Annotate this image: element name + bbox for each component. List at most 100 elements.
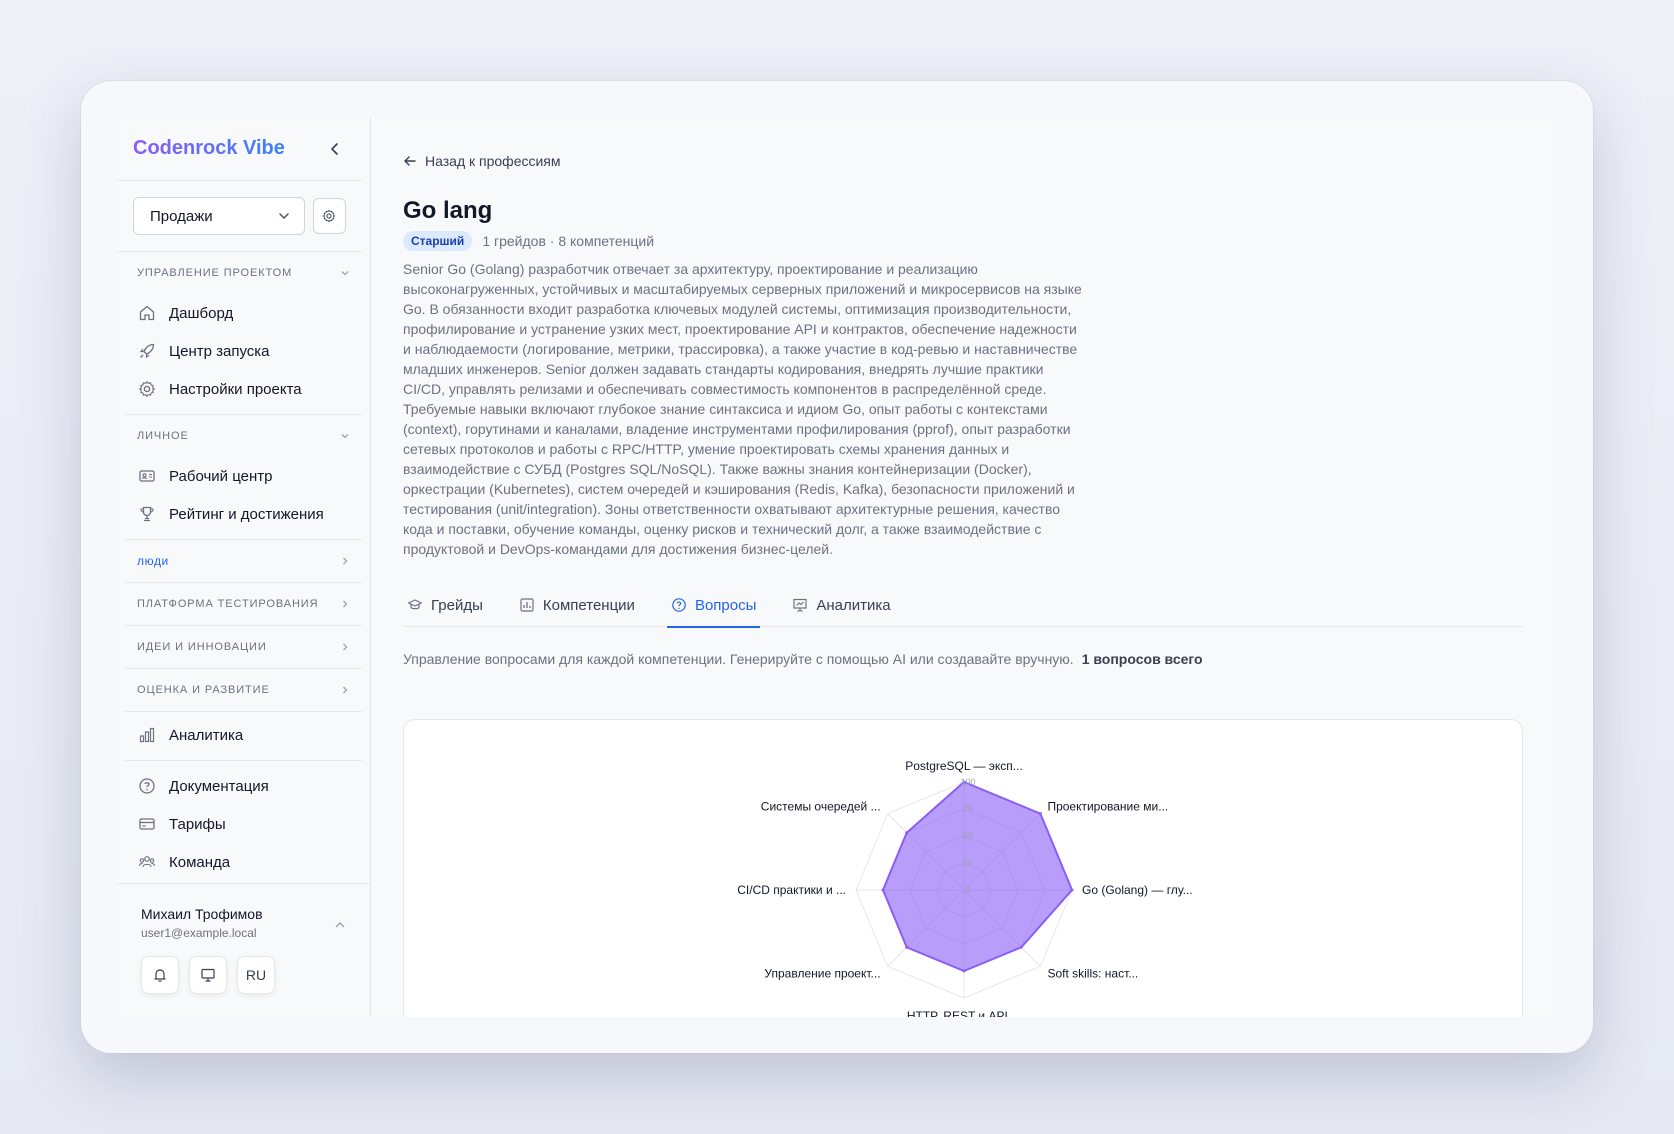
bottom-nav: Документация Тарифы Команда [125, 761, 362, 881]
meta-row: Старший 1 грейдов · 8 компетенций [403, 231, 1527, 251]
radar-data-point [881, 888, 885, 892]
chevron-down-icon [341, 271, 349, 276]
section-people[interactable]: ЛЮДИ [125, 540, 362, 583]
main-content: Назад к профессиям Go lang Старший 1 гре… [371, 117, 1557, 1017]
sidebar-item-pricing[interactable]: Тарифы [125, 805, 362, 843]
chevron-right-icon [343, 686, 348, 694]
section-header-ideas[interactable]: ИДЕИ И ИННОВАЦИИ [125, 626, 362, 668]
section-header-people[interactable]: ЛЮДИ [125, 540, 362, 582]
radar-data-point [962, 969, 966, 973]
section-testing-platform[interactable]: ПЛАТФОРМА ТЕСТИРОВАНИЯ [125, 583, 362, 626]
rocket-icon [137, 341, 157, 361]
tab-grades[interactable]: Грейды [403, 583, 487, 627]
sidebar-item-label: Документация [169, 777, 269, 795]
section-project-management: УПРАВЛЕНИЕ ПРОЕКТОМ Дашборд Центр запуск… [125, 252, 362, 415]
tab-label: Вопросы [694, 596, 757, 614]
trophy-icon [137, 504, 157, 524]
chevron-right-icon [343, 643, 348, 651]
chevron-right-icon [343, 600, 348, 608]
arrow-left-icon [404, 156, 416, 166]
radar-data-point [1038, 812, 1042, 816]
chevron-right-icon [343, 557, 348, 565]
sidebar: Codenrock Vibe Продажи УПРАВЛЕНИЕ ПРОЕКТ… [117, 117, 371, 1017]
section-title: ИДЕИ И ИННОВАЦИИ [137, 641, 267, 653]
radar-category-label: HTTP, REST и API ... [907, 1009, 1021, 1017]
section-title: УПРАВЛЕНИЕ ПРОЕКТОМ [137, 267, 293, 279]
sidebar-item-dashboard[interactable]: Дашборд [125, 294, 362, 332]
project-select[interactable]: Продажи [133, 197, 305, 235]
brand-logo[interactable]: Codenrock Vibe [133, 137, 285, 160]
radar-category-label: Системы очередей ... [761, 800, 881, 814]
user-email: user1@example.local [141, 926, 257, 940]
section-analytics: Аналитика [125, 712, 362, 761]
tab-competencies[interactable]: Компетенции [515, 583, 639, 627]
tab-bar: Грейды Компетенции Вопросы Аналитика [403, 583, 1523, 628]
project-settings-button[interactable] [312, 198, 346, 234]
user-menu-toggle[interactable] [334, 918, 346, 936]
profession-meta: 1 грейдов · 8 компетенций [482, 233, 655, 249]
section-ideas[interactable]: ИДЕИ И ИННОВАЦИИ [125, 626, 362, 669]
radar-data-point [905, 831, 909, 835]
brand-row: Codenrock Vibe [117, 117, 362, 181]
sidebar-item-analytics[interactable]: Аналитика [125, 716, 362, 754]
section-personal: ЛИЧНОЕ Рабочий центр Рейтинг и достижени… [125, 415, 362, 540]
profession-description: Senior Go (Golang) разработчик отвечает … [403, 261, 1082, 557]
credit-card-icon [137, 814, 157, 834]
radar-data-point [905, 945, 909, 949]
device-frame: Codenrock Vibe Продажи УПРАВЛЕНИЕ ПРОЕКТ… [81, 81, 1593, 1053]
chevron-left-icon [331, 142, 338, 155]
language-button[interactable]: RU [237, 956, 275, 994]
radar-tick-label: 50 [963, 831, 973, 841]
project-select-value: Продажи [150, 207, 213, 225]
sidebar-item-team[interactable]: Команда [125, 843, 362, 881]
section-header-testing-platform[interactable]: ПЛАТФОРМА ТЕСТИРОВАНИЯ [125, 583, 362, 625]
theme-button[interactable] [189, 956, 227, 994]
radar-chart-card: 0 25 50 75 100 PostgreSQL — эксп... Проектиров… [403, 719, 1523, 1017]
tab-questions[interactable]: Вопросы [666, 583, 761, 628]
sidebar-item-label: Настройки проекта [169, 380, 302, 398]
tab-label: Компетенции [542, 596, 635, 614]
section-header-project-management[interactable]: УПРАВЛЕНИЕ ПРОЕКТОМ [125, 252, 362, 294]
sidebar-item-workspace[interactable]: Рабочий центр [125, 457, 362, 495]
sidebar-item-project-settings[interactable]: Настройки проекта [125, 370, 362, 408]
section-assessment[interactable]: ОЦЕНКА И РАЗВИТИЕ [125, 669, 362, 712]
user-actions: RU [141, 956, 346, 994]
radar-category-label: Управление проект... [764, 966, 880, 980]
gear-icon [137, 379, 157, 399]
home-icon [137, 303, 157, 323]
sidebar-item-label: Аналитика [169, 726, 244, 744]
sidebar-item-label: Рабочий центр [169, 467, 273, 485]
sidebar-item-documentation[interactable]: Документация [125, 767, 362, 805]
question-circle-icon [671, 597, 687, 613]
radar-data-point [1019, 945, 1023, 949]
sidebar-item-label: Рейтинг и достижения [169, 505, 324, 523]
monitor-icon [201, 968, 215, 982]
tab-label: Грейды [431, 596, 483, 614]
chevron-up-icon [335, 922, 345, 928]
radar-tick-label: 75 [963, 804, 973, 814]
bell-icon [154, 969, 166, 982]
section-header-personal[interactable]: ЛИЧНОЕ [125, 415, 362, 457]
collapse-sidebar-button[interactable] [324, 138, 346, 160]
radar-tick-label: 25 [963, 858, 973, 868]
user-name[interactable]: Михаил Трофимов [141, 906, 346, 922]
sidebar-item-launch-center[interactable]: Центр запуска [125, 332, 362, 370]
tab-label: Аналитика [816, 596, 891, 614]
section-title: ЛИЧНОЕ [137, 430, 189, 442]
questions-total: 1 вопросов всего [1081, 651, 1203, 667]
section-title: ОЦЕНКА И РАЗВИТИЕ [137, 684, 270, 696]
chart-box-icon [519, 597, 535, 613]
section-header-assessment[interactable]: ОЦЕНКА И РАЗВИТИЕ [125, 669, 362, 711]
back-link-label: Назад к профессиям [425, 153, 561, 169]
user-block: Михаил Трофимов user1@example.local RU [117, 883, 370, 1017]
sidebar-item-label: Центр запуска [169, 342, 270, 360]
sidebar-item-rating[interactable]: Рейтинг и достижения [125, 495, 362, 533]
bar-chart-icon [137, 725, 157, 745]
radar-series-area [882, 781, 1073, 972]
notifications-button[interactable] [141, 956, 179, 994]
radar-category-label: CI/CD практики и ... [737, 883, 846, 897]
gear-icon [323, 209, 336, 223]
back-link[interactable]: Назад к профессиям [403, 151, 1527, 171]
questions-hint: Управление вопросами для каждой компетен… [403, 651, 1527, 667]
tab-analytics[interactable]: Аналитика [788, 583, 894, 627]
